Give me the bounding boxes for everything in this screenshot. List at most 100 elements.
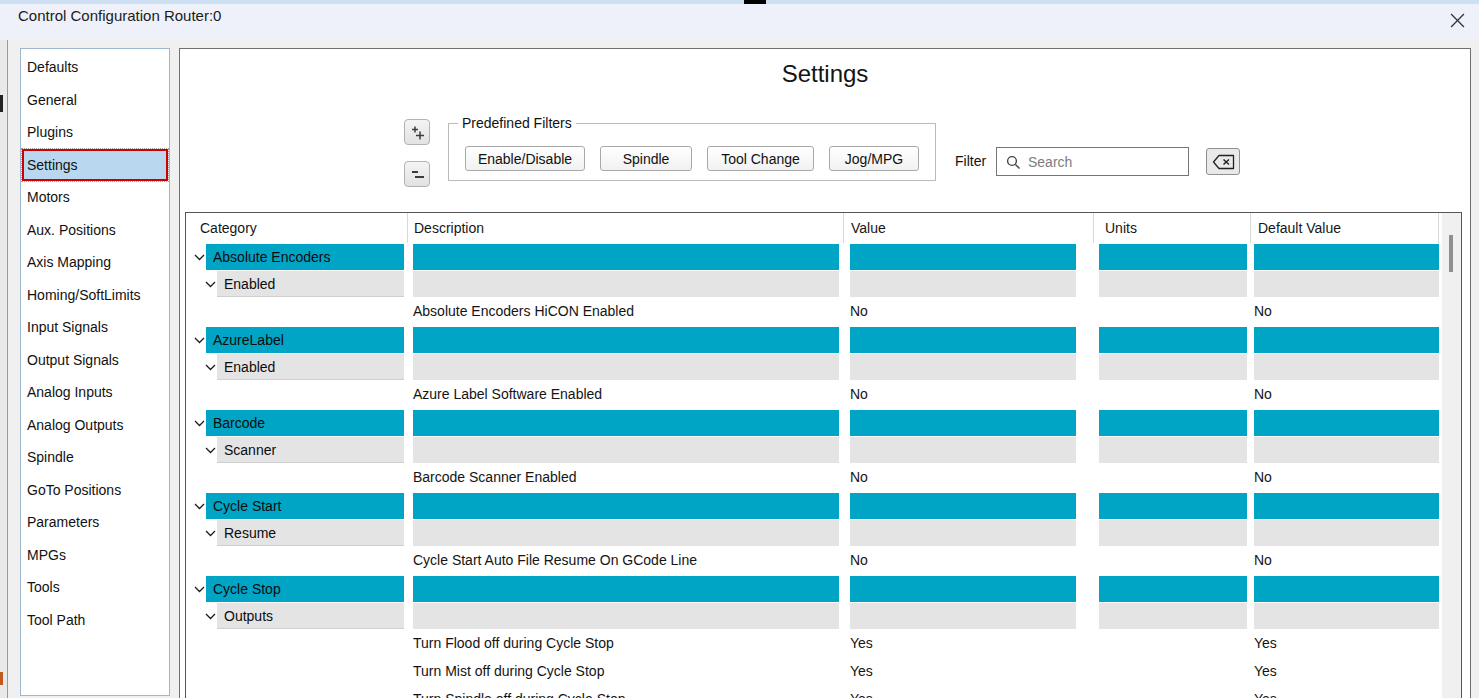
filter-button-tool-change[interactable]: Tool Change xyxy=(707,146,814,171)
dialog-titlebar: Control Configuration Router:0 xyxy=(0,4,1479,40)
expand-toggle[interactable] xyxy=(205,613,216,620)
filter-button-jog-mpg[interactable]: Jog/MPG xyxy=(829,146,919,171)
setting-row[interactable]: Turn Spindle off during Cycle StopYesYes xyxy=(186,685,1461,698)
setting-description: Azure Label Software Enabled xyxy=(408,386,844,402)
setting-value[interactable]: No xyxy=(844,469,1094,485)
setting-row[interactable]: Absolute Encoders HiCON EnabledNoNo xyxy=(186,297,1461,325)
setting-default: No xyxy=(1251,303,1439,319)
setting-value[interactable]: No xyxy=(844,386,1094,402)
setting-default: Yes xyxy=(1251,691,1439,698)
filter-button-spindle[interactable]: Spindle xyxy=(600,146,692,171)
category-row[interactable]: Cycle Start xyxy=(186,493,1461,519)
scrollbar-thumb[interactable] xyxy=(1449,235,1453,272)
clear-filter-button[interactable] xyxy=(1206,148,1240,175)
parent-window-mark-orange xyxy=(0,672,3,685)
subcategory-row[interactable]: Outputs xyxy=(186,603,1461,629)
setting-value[interactable]: Yes xyxy=(844,691,1094,698)
expand-toggle[interactable] xyxy=(205,281,216,288)
subcategory-label: Scanner xyxy=(217,437,404,463)
chevron-down-icon xyxy=(194,420,205,427)
filter-button-enable-disable[interactable]: Enable/Disable xyxy=(465,146,585,171)
column-header-units[interactable]: Units xyxy=(1094,213,1251,243)
expand-toggle[interactable] xyxy=(194,337,205,344)
category-row[interactable]: Cycle Stop xyxy=(186,576,1461,602)
setting-default: Yes xyxy=(1251,635,1439,651)
sidebar-item-analog-outputs[interactable]: Analog Outputs xyxy=(22,409,168,442)
setting-default: Yes xyxy=(1251,663,1439,679)
subcategory-row[interactable]: Enabled xyxy=(186,271,1461,297)
subcategory-label: Enabled xyxy=(217,354,404,380)
chevron-down-icon xyxy=(194,503,205,510)
close-icon xyxy=(1450,13,1465,28)
expand-toggle[interactable] xyxy=(194,586,205,593)
backspace-icon xyxy=(1212,154,1235,170)
column-header-category[interactable]: Category xyxy=(186,213,408,243)
expand-toggle[interactable] xyxy=(205,447,216,454)
sidebar-item-parameters[interactable]: Parameters xyxy=(22,506,168,539)
column-header-value[interactable]: Value xyxy=(844,213,1094,243)
subcategory-row[interactable]: Enabled xyxy=(186,354,1461,380)
table-header: CategoryDescriptionValueUnitsDefault Val… xyxy=(186,213,1461,243)
sidebar-item-settings[interactable]: Settings xyxy=(22,149,168,182)
sidebar-item-mpgs[interactable]: MPGs xyxy=(22,539,168,572)
settings-group-barcode: BarcodeScannerBarcode Scanner EnabledNoN… xyxy=(186,410,1461,491)
sidebar-nav: DefaultsGeneralPluginsSettingsMotorsAux.… xyxy=(20,48,170,696)
sidebar-item-tools[interactable]: Tools xyxy=(22,571,168,604)
expand-toggle[interactable] xyxy=(194,254,205,261)
sidebar-item-spindle[interactable]: Spindle xyxy=(22,441,168,474)
sidebar-item-axis-mapping[interactable]: Axis Mapping xyxy=(22,246,168,279)
category-row[interactable]: Barcode xyxy=(186,410,1461,436)
setting-row[interactable]: Turn Mist off during Cycle StopYesYes xyxy=(186,657,1461,685)
table-body: Absolute EncodersEnabledAbsolute Encoder… xyxy=(186,244,1461,698)
setting-value[interactable]: Yes xyxy=(844,635,1094,651)
expand-toggle[interactable] xyxy=(194,420,205,427)
setting-row[interactable]: Azure Label Software EnabledNoNo xyxy=(186,380,1461,408)
parent-window-left-edge xyxy=(0,40,8,698)
search-input[interactable] xyxy=(1028,149,1186,174)
expand-toggle[interactable] xyxy=(205,364,216,371)
settings-group-absolute-encoders: Absolute EncodersEnabledAbsolute Encoder… xyxy=(186,244,1461,325)
setting-row[interactable]: Cycle Start Auto File Resume On GCode Li… xyxy=(186,546,1461,574)
sidebar-item-plugins[interactable]: Plugins xyxy=(22,116,168,149)
category-label: Barcode xyxy=(206,410,404,436)
setting-value[interactable]: Yes xyxy=(844,663,1094,679)
sidebar-item-defaults[interactable]: Defaults xyxy=(22,51,168,84)
category-label: Cycle Start xyxy=(206,493,404,519)
expand-all-button[interactable] xyxy=(404,119,430,145)
collapse-all-button[interactable] xyxy=(404,161,430,187)
sidebar-item-output-signals[interactable]: Output Signals xyxy=(22,344,168,377)
sidebar-item-tool-path[interactable]: Tool Path xyxy=(22,604,168,637)
search-icon xyxy=(1005,154,1022,171)
category-row[interactable]: Absolute Encoders xyxy=(186,244,1461,270)
setting-description: Turn Spindle off during Cycle Stop xyxy=(408,691,844,698)
sidebar-item-analog-inputs[interactable]: Analog Inputs xyxy=(22,376,168,409)
window-title: Control Configuration Router:0 xyxy=(18,4,221,28)
sidebar-item-general[interactable]: General xyxy=(22,84,168,117)
subcategory-row[interactable]: Resume xyxy=(186,520,1461,546)
expand-all-icon xyxy=(410,125,425,140)
subcategory-row[interactable]: Scanner xyxy=(186,437,1461,463)
expand-toggle[interactable] xyxy=(194,503,205,510)
category-row[interactable]: AzureLabel xyxy=(186,327,1461,353)
sidebar-item-input-signals[interactable]: Input Signals xyxy=(22,311,168,344)
sidebar-item-homing-softlimits[interactable]: Homing/SoftLimits xyxy=(22,279,168,312)
sidebar-item-motors[interactable]: Motors xyxy=(22,181,168,214)
setting-row[interactable]: Turn Flood off during Cycle StopYesYes xyxy=(186,629,1461,657)
setting-value[interactable]: No xyxy=(844,303,1094,319)
sidebar-item-goto-positions[interactable]: GoTo Positions xyxy=(22,474,168,507)
close-button[interactable] xyxy=(1447,10,1467,30)
setting-row[interactable]: Barcode Scanner EnabledNoNo xyxy=(186,463,1461,491)
setting-value[interactable]: No xyxy=(844,552,1094,568)
column-header-description[interactable]: Description xyxy=(408,213,844,243)
setting-default: No xyxy=(1251,552,1439,568)
chevron-down-icon xyxy=(194,337,205,344)
setting-description: Barcode Scanner Enabled xyxy=(408,469,844,485)
sidebar-item-aux-positions[interactable]: Aux. Positions xyxy=(22,214,168,247)
setting-default: No xyxy=(1251,469,1439,485)
column-header-default-value[interactable]: Default Value xyxy=(1251,213,1439,243)
vertical-scrollbar[interactable] xyxy=(1442,213,1461,698)
settings-group-cycle-start: Cycle StartResumeCycle Start Auto File R… xyxy=(186,493,1461,574)
expand-toggle[interactable] xyxy=(205,530,216,537)
collapse-all-icon xyxy=(410,167,425,182)
predefined-filters-group: Predefined Filters Enable/DisableSpindle… xyxy=(448,123,936,181)
